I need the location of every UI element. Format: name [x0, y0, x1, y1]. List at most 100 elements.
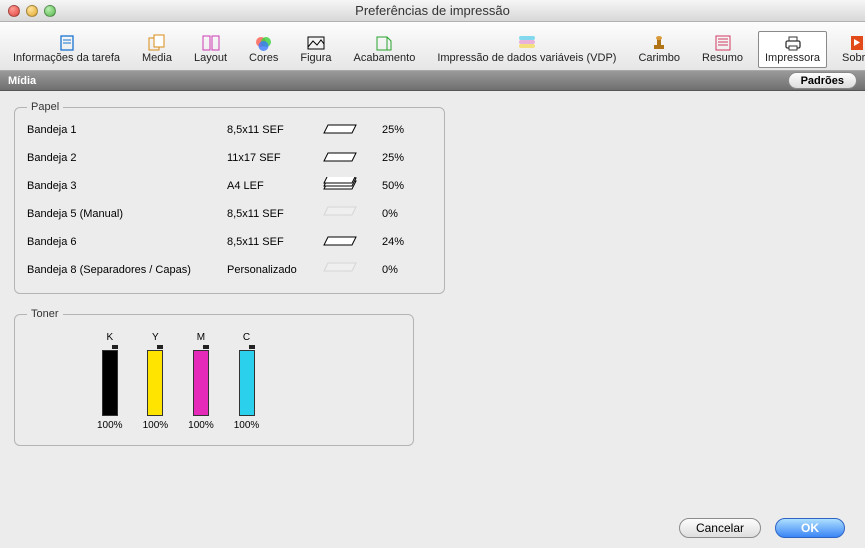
toolbar-item-label: Media: [142, 52, 172, 64]
toolbar-item-carimbo[interactable]: Carimbo: [631, 31, 687, 68]
info-icon: [56, 34, 78, 52]
tray-name: Bandeja 2: [27, 152, 227, 164]
figura-icon: [305, 34, 327, 52]
toner-legend: Toner: [27, 308, 63, 320]
toner-item: C 100%: [234, 332, 260, 431]
toner-label: M: [197, 332, 205, 343]
toolbar: Informações da tarefa Media Layout Cores Fig…: [0, 22, 865, 71]
paper-legend: Papel: [27, 101, 63, 113]
cancel-button-label: Cancelar: [696, 521, 744, 535]
tray-size: Personalizado: [227, 264, 322, 276]
media-icon: [146, 34, 168, 52]
carimbo-icon: [648, 34, 670, 52]
defaults-button-label: Padrões: [801, 75, 844, 87]
toner-cap-icon: [112, 345, 118, 349]
tray-level: 24%: [382, 236, 432, 248]
toolbar-item-cores[interactable]: Cores: [242, 31, 285, 68]
toner-item: M 100%: [188, 332, 214, 431]
toner-item: K 100%: [97, 332, 123, 431]
toolbar-item-label: Resumo: [702, 52, 743, 64]
section-header: Mídia Padrões: [0, 71, 865, 91]
tray-name: Bandeja 5 (Manual): [27, 208, 227, 220]
sobre-icon: [846, 34, 865, 52]
ok-button-label: OK: [801, 521, 819, 535]
tray-level: 0%: [382, 264, 432, 276]
tray-level: 50%: [382, 180, 432, 192]
toner-value: 100%: [97, 420, 123, 431]
paper-grid: Bandeja 18,5x11 SEF25%Bandeja 211x17 SEF…: [27, 121, 432, 279]
tray-level: 25%: [382, 124, 432, 136]
toolbar-item-figura[interactable]: Figura: [293, 31, 338, 68]
toner-item: Y 100%: [143, 332, 169, 431]
tray-size: 8,5x11 SEF: [227, 208, 322, 220]
zoom-icon[interactable]: [44, 5, 56, 17]
toner-cap-icon: [203, 345, 209, 349]
tray-name: Bandeja 8 (Separadores / Capas): [27, 264, 227, 276]
toner-value: 100%: [143, 420, 169, 431]
window-title: Preferências de impressão: [0, 3, 865, 18]
toner-cap-icon: [249, 345, 255, 349]
titlebar: Preferências de impressão: [0, 0, 865, 22]
toner-value: 100%: [234, 420, 260, 431]
layout-icon: [200, 34, 222, 52]
ok-button[interactable]: OK: [775, 518, 845, 538]
tray-level-icon: [322, 261, 382, 279]
toolbar-item-label: Acabamento: [354, 52, 416, 64]
toolbar-item-label: Figura: [300, 52, 331, 64]
tray-level-icon: [322, 233, 382, 251]
toner-group: Toner K 100% Y 100% M 100% C 100%: [14, 308, 414, 446]
close-icon[interactable]: [8, 5, 20, 17]
tray-level: 25%: [382, 152, 432, 164]
toner-label: Y: [152, 332, 159, 343]
window-controls: [0, 5, 56, 17]
toner-label: K: [106, 332, 113, 343]
tray-name: Bandeja 3: [27, 180, 227, 192]
defaults-button[interactable]: Padrões: [788, 72, 857, 89]
toner-label: C: [243, 332, 250, 343]
cancel-button[interactable]: Cancelar: [679, 518, 761, 538]
toolbar-item-label: Sobre: [842, 52, 865, 64]
toolbar-item-info[interactable]: Informações da tarefa: [6, 31, 127, 68]
toner-bar-icon: [147, 350, 163, 416]
tray-level-icon: [322, 121, 382, 139]
resumo-icon: [712, 34, 734, 52]
toolbar-item-vdp[interactable]: Impressão de dados variáveis (VDP): [430, 31, 623, 68]
tray-name: Bandeja 1: [27, 124, 227, 136]
toner-row: K 100% Y 100% M 100% C 100%: [27, 328, 401, 431]
dialog-footer: Cancelar OK: [0, 508, 865, 548]
minimize-icon[interactable]: [26, 5, 38, 17]
tray-level: 0%: [382, 208, 432, 220]
section-title: Mídia: [8, 75, 36, 87]
toner-bar-icon: [102, 350, 118, 416]
tray-level-icon: [322, 205, 382, 223]
toolbar-item-label: Informações da tarefa: [13, 52, 120, 64]
toolbar-item-resumo[interactable]: Resumo: [695, 31, 750, 68]
impress-icon: [782, 34, 804, 52]
toolbar-item-label: Impressora: [765, 52, 820, 64]
tray-size: A4 LEF: [227, 180, 322, 192]
content-area: Papel Bandeja 18,5x11 SEF25%Bandeja 211x…: [0, 91, 865, 470]
toolbar-item-label: Cores: [249, 52, 278, 64]
vdp-icon: [516, 34, 538, 52]
tray-size: 8,5x11 SEF: [227, 236, 322, 248]
tray-size: 8,5x11 SEF: [227, 124, 322, 136]
tray-level-icon: [322, 149, 382, 167]
toolbar-item-impress[interactable]: Impressora: [758, 31, 827, 68]
tray-size: 11x17 SEF: [227, 152, 322, 164]
cores-icon: [253, 34, 275, 52]
acab-icon: [373, 34, 395, 52]
toner-bar-icon: [193, 350, 209, 416]
toner-value: 100%: [188, 420, 214, 431]
toolbar-item-sobre[interactable]: Sobre: [835, 31, 865, 68]
paper-group: Papel Bandeja 18,5x11 SEF25%Bandeja 211x…: [14, 101, 445, 294]
toolbar-item-label: Impressão de dados variáveis (VDP): [437, 52, 616, 64]
toolbar-item-acab[interactable]: Acabamento: [347, 31, 423, 68]
toolbar-item-layout[interactable]: Layout: [187, 31, 234, 68]
toolbar-item-media[interactable]: Media: [135, 31, 179, 68]
toner-bar-icon: [239, 350, 255, 416]
toner-cap-icon: [157, 345, 163, 349]
toolbar-item-label: Carimbo: [638, 52, 680, 64]
tray-level-icon: [322, 177, 382, 195]
toolbar-item-label: Layout: [194, 52, 227, 64]
tray-name: Bandeja 6: [27, 236, 227, 248]
